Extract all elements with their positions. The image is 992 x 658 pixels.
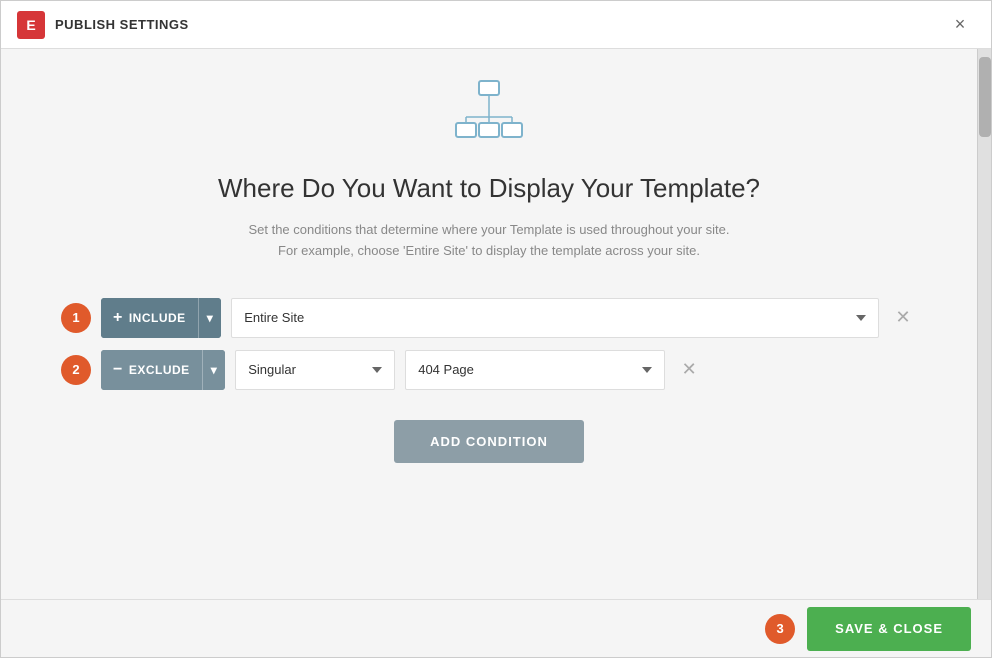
save-close-button[interactable]: SAVE & CLOSE <box>807 607 971 651</box>
conditions-area: 1 + INCLUDE ▾ Entire Site Front Page <box>61 298 917 390</box>
condition-number-2: 2 <box>61 355 91 385</box>
modal-header: E PUBLISH SETTINGS × <box>1 1 991 49</box>
modal-body-wrapper: Where Do You Want to Display Your Templa… <box>1 49 991 599</box>
condition-row: 1 + INCLUDE ▾ Entire Site Front Page <box>61 298 917 338</box>
exclude-label: EXCLUDE <box>129 363 190 377</box>
plus-icon: + <box>113 309 123 327</box>
sub-select-2[interactable]: 404 Page Post Page Custom Post Type <box>405 350 665 390</box>
minus-icon: − <box>113 361 123 379</box>
footer-step-number: 3 <box>765 614 795 644</box>
include-button-1[interactable]: + INCLUDE ▾ <box>101 298 221 338</box>
location-select-2[interactable]: Entire Site Front Page Archive Singular … <box>235 350 395 390</box>
header-logo: E <box>17 11 45 39</box>
header-left: E PUBLISH SETTINGS <box>17 11 189 39</box>
modal-body: Where Do You Want to Display Your Templa… <box>1 49 977 599</box>
location-select-1[interactable]: Entire Site Front Page Archive Singular … <box>231 298 879 338</box>
scrollbar-thumb[interactable] <box>979 57 991 137</box>
exclude-button-2[interactable]: − EXCLUDE ▾ <box>101 350 225 390</box>
exclude-btn-main[interactable]: − EXCLUDE <box>101 350 202 390</box>
content-area: Where Do You Want to Display Your Templa… <box>1 49 977 503</box>
scrollbar-track[interactable] <box>977 49 991 599</box>
include-label: INCLUDE <box>129 311 186 325</box>
condition-number-1: 1 <box>61 303 91 333</box>
add-condition-button[interactable]: ADD CONDITION <box>394 420 584 463</box>
modal-footer: 3 SAVE & CLOSE <box>1 599 991 657</box>
close-button[interactable]: × <box>945 10 975 40</box>
network-icon <box>454 79 524 149</box>
page-heading: Where Do You Want to Display Your Templa… <box>218 173 760 204</box>
include-btn-main[interactable]: + INCLUDE <box>101 298 198 338</box>
remove-condition-1[interactable]: ✕ <box>889 304 917 332</box>
modal-container: E PUBLISH SETTINGS × <box>0 0 992 658</box>
include-btn-arrow[interactable]: ▾ <box>199 298 222 338</box>
remove-condition-2[interactable]: ✕ <box>675 356 703 384</box>
exclude-btn-arrow[interactable]: ▾ <box>203 350 226 390</box>
condition-row-2: 2 − EXCLUDE ▾ Entire Site Front Page <box>61 350 917 390</box>
page-subtext: Set the conditions that determine where … <box>248 220 729 262</box>
header-title: PUBLISH SETTINGS <box>55 17 189 32</box>
